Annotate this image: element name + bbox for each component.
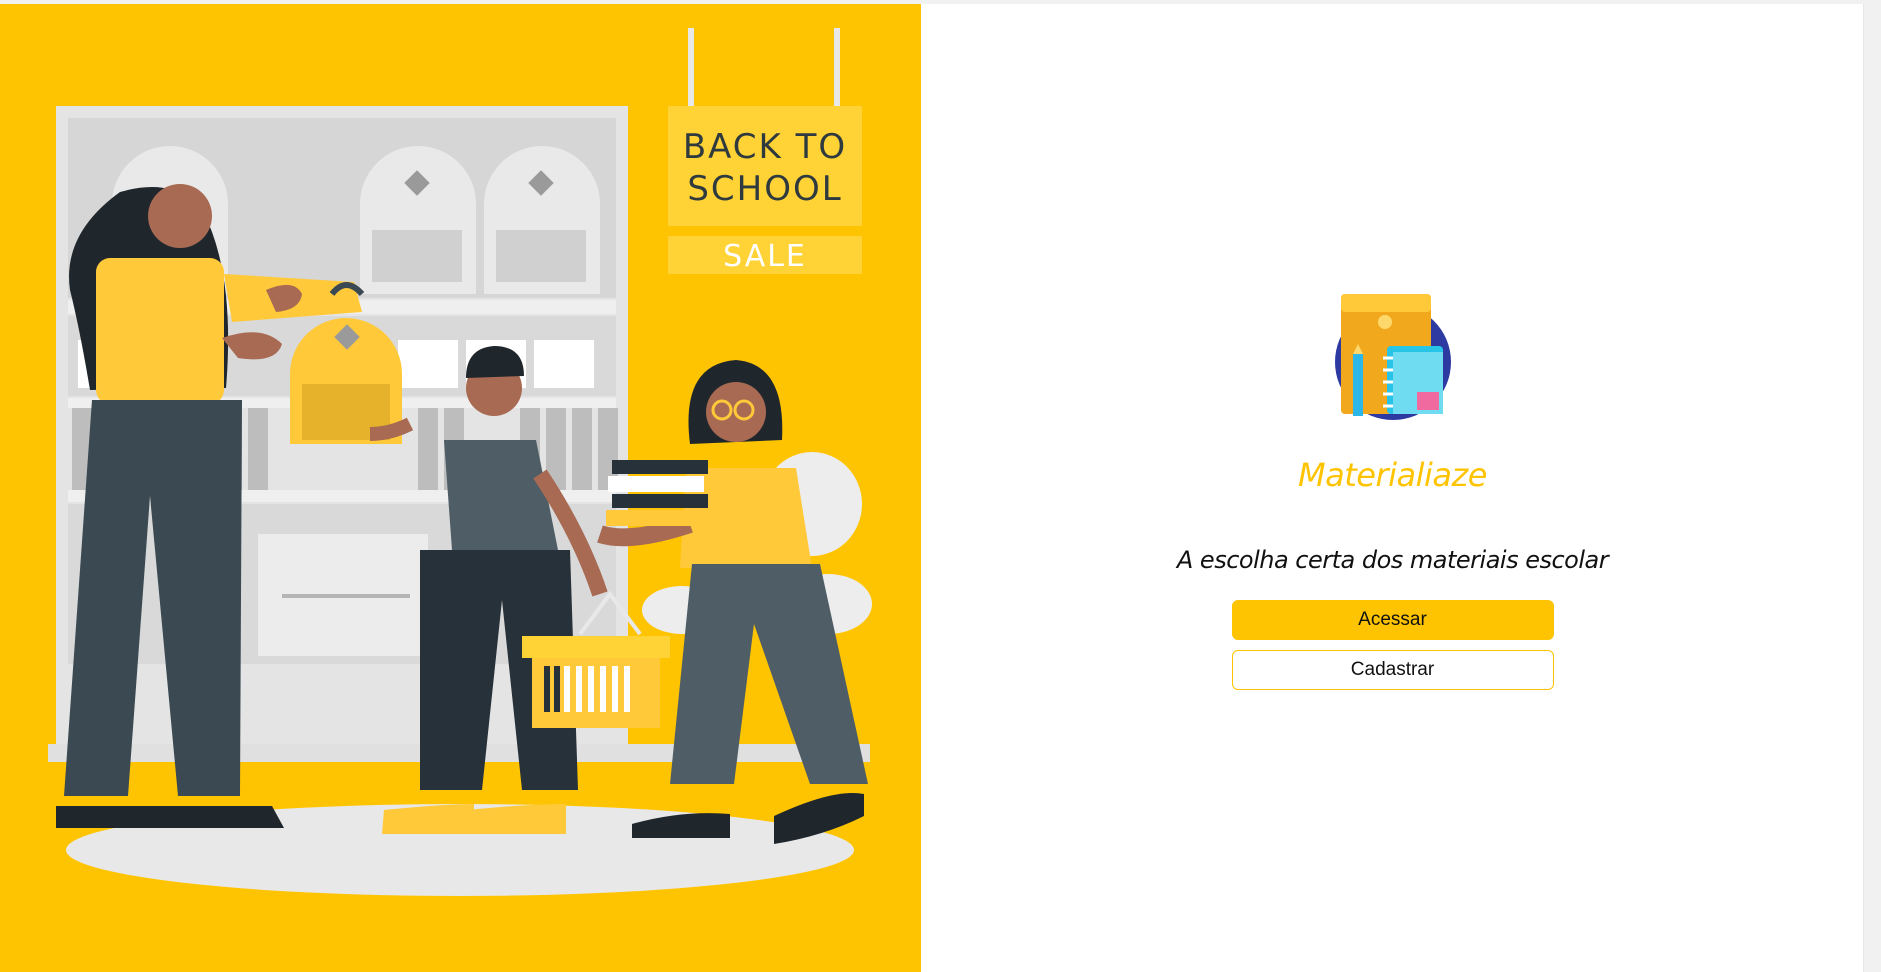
back-to-school-illustration: BACK TO SCHOOL SALE bbox=[48, 28, 872, 896]
school-supplies-icon bbox=[1334, 294, 1451, 420]
scrollbar[interactable] bbox=[1863, 4, 1881, 972]
login-panel: Materialiaze A escolha certa dos materia… bbox=[921, 4, 1881, 972]
app-name: Materialiaze bbox=[1298, 456, 1487, 494]
sign-text-line1: BACK TO bbox=[683, 127, 847, 167]
login-button[interactable]: Acessar bbox=[1231, 600, 1554, 640]
tagline: A escolha certa dos materiais escolar bbox=[1176, 546, 1609, 574]
login-page: BACK TO SCHOOL SALE Materialiaze A escol… bbox=[0, 4, 1881, 972]
login-content: Materialiaze A escolha certa dos materia… bbox=[921, 294, 1864, 690]
girl-figure bbox=[597, 360, 868, 844]
sign-sale-text: SALE bbox=[723, 239, 807, 274]
sign-text-line2: SCHOOL bbox=[687, 169, 842, 209]
hero-illustration: BACK TO SCHOOL SALE bbox=[0, 4, 921, 972]
register-button[interactable]: Cadastrar bbox=[1231, 650, 1554, 690]
